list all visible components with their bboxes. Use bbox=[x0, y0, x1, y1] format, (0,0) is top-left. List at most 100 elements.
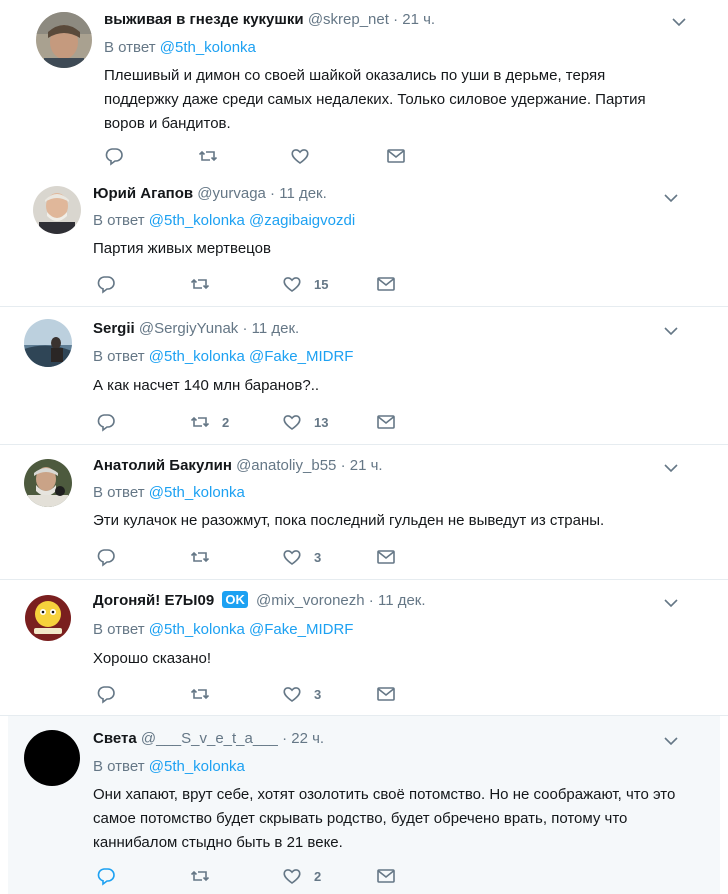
chevron-down-icon[interactable] bbox=[663, 460, 679, 476]
retweet-icon bbox=[190, 688, 210, 700]
retweet-button[interactable] bbox=[198, 146, 218, 166]
like-icon bbox=[283, 550, 301, 565]
reply-prefix: В ответ bbox=[93, 621, 145, 638]
reply-prefix: В ответ bbox=[93, 348, 145, 365]
chevron-down-icon[interactable] bbox=[663, 190, 679, 206]
message-button[interactable] bbox=[376, 274, 396, 294]
reply-icon bbox=[97, 686, 115, 704]
mention-link[interactable]: @5th_kolonka bbox=[149, 348, 245, 365]
message-button[interactable] bbox=[376, 866, 396, 886]
tweet[interactable]: Анатолий Бакулин @anatoliy_b55 · 21 ч. В… bbox=[0, 445, 728, 580]
retweet-button[interactable] bbox=[190, 866, 210, 886]
like-button[interactable]: 3 bbox=[282, 684, 321, 704]
author-handle[interactable]: @anatoliy_b55 bbox=[236, 457, 336, 474]
message-icon bbox=[377, 687, 395, 701]
like-icon bbox=[283, 687, 301, 702]
tweet-text: А как насчет 140 млн баранов?.. bbox=[93, 377, 320, 394]
reply-button[interactable] bbox=[96, 547, 116, 567]
author-name[interactable]: Анатолий Бакулин bbox=[93, 457, 232, 474]
tweet-text: Плешивый и димон со своей шайкой оказали… bbox=[104, 67, 646, 132]
avatar[interactable] bbox=[24, 594, 72, 642]
mention-link[interactable]: @5th_kolonka bbox=[149, 758, 245, 775]
author-name[interactable]: Света bbox=[93, 730, 137, 747]
reply-prefix: В ответ bbox=[93, 758, 145, 775]
avatar[interactable] bbox=[36, 12, 92, 68]
reply-button[interactable] bbox=[96, 274, 116, 294]
retweet-count: 2 bbox=[222, 414, 230, 430]
tweet-timestamp[interactable]: 21 ч. bbox=[402, 11, 435, 28]
tweet-timestamp[interactable]: 11 дек. bbox=[378, 592, 426, 609]
message-icon bbox=[377, 277, 395, 291]
reply-icon bbox=[97, 868, 115, 886]
tweet-timestamp[interactable]: 11 дек. bbox=[279, 185, 327, 202]
reply-button[interactable] bbox=[96, 684, 116, 704]
message-button[interactable] bbox=[376, 547, 396, 567]
author-handle[interactable]: @yurvaga bbox=[197, 185, 266, 202]
tweet-text: Они хапают, врут себе, хотят озолотить с… bbox=[93, 786, 676, 851]
tweet[interactable]: Sergii @SergiyYunak · 11 дек. В ответ @5… bbox=[0, 307, 728, 445]
message-button[interactable] bbox=[376, 684, 396, 704]
chevron-down-icon[interactable] bbox=[663, 733, 679, 749]
author-handle[interactable]: @mix_voronezh bbox=[256, 592, 365, 609]
chevron-down-icon[interactable] bbox=[663, 323, 679, 339]
like-button[interactable]: 2 bbox=[282, 866, 321, 886]
author-name[interactable]: Sergii bbox=[93, 320, 135, 337]
avatar[interactable] bbox=[33, 186, 81, 234]
like-button[interactable]: 13 bbox=[282, 412, 328, 432]
avatar[interactable] bbox=[24, 319, 72, 367]
author-name[interactable]: Юрий Агапов bbox=[93, 185, 193, 202]
tweet[interactable]: Юрий Агапов @yurvaga · 11 дек. В ответ @… bbox=[0, 178, 728, 307]
retweet-button[interactable] bbox=[190, 547, 210, 567]
author-name[interactable]: Догоняй! E7Ы09 bbox=[93, 592, 214, 609]
message-button[interactable] bbox=[376, 412, 396, 432]
reply-context: В ответ @5th_kolonka @Fake_MIDRF bbox=[93, 347, 353, 367]
mention-link[interactable]: @5th_kolonka bbox=[149, 212, 245, 229]
tweet-text: Эти кулачок не разожмут, пока последний … bbox=[93, 512, 605, 529]
reply-prefix: В ответ bbox=[104, 39, 156, 56]
retweet-icon bbox=[190, 416, 210, 428]
retweet-icon bbox=[190, 551, 210, 563]
retweet-button[interactable] bbox=[190, 684, 210, 704]
tweet-actions: 3 bbox=[96, 684, 416, 704]
avatar[interactable] bbox=[24, 730, 80, 786]
mention-link[interactable]: @Fake_MIDRF bbox=[249, 348, 353, 365]
like-button[interactable] bbox=[290, 146, 310, 166]
reply-button[interactable] bbox=[96, 412, 116, 432]
avatar[interactable] bbox=[24, 459, 72, 507]
chevron-down-icon[interactable] bbox=[663, 595, 679, 611]
tweet-timestamp[interactable]: 22 ч. bbox=[291, 730, 324, 747]
mention-link[interactable]: @Fake_MIDRF bbox=[249, 621, 353, 638]
retweet-button[interactable] bbox=[190, 274, 210, 294]
author-handle[interactable]: @skrep_net bbox=[308, 11, 389, 28]
mention-link[interactable]: @5th_kolonka bbox=[149, 484, 245, 501]
author-name[interactable]: выживая в гнезде кукушки bbox=[104, 11, 304, 28]
tweet-actions: 2 bbox=[96, 866, 416, 886]
mention-link[interactable]: @5th_kolonka bbox=[149, 621, 245, 638]
tweet-highlighted[interactable]: Света @___S_v_e_t_a___ · 22 ч. В ответ @… bbox=[8, 716, 720, 894]
like-icon bbox=[283, 415, 301, 430]
like-button[interactable]: 15 bbox=[282, 274, 328, 294]
reply-context: В ответ @5th_kolonka @zagibaigvozdi bbox=[93, 211, 355, 231]
message-button[interactable] bbox=[386, 146, 406, 166]
tweet[interactable]: Догоняй! E7Ы09 OK @mix_voronezh · 11 дек… bbox=[0, 580, 728, 716]
chevron-down-icon[interactable] bbox=[671, 14, 687, 30]
like-button[interactable]: 3 bbox=[282, 547, 321, 567]
ok-badge: OK bbox=[222, 591, 248, 608]
retweet-icon bbox=[190, 870, 210, 882]
separator-dot: · bbox=[270, 185, 276, 202]
tweet-timestamp[interactable]: 11 дек. bbox=[252, 320, 300, 337]
mention-link[interactable]: @5th_kolonka bbox=[160, 39, 256, 56]
tweet[interactable]: выживая в гнезде кукушки @skrep_net · 21… bbox=[20, 0, 720, 178]
tweet-actions: 15 bbox=[96, 274, 416, 294]
tweet-text: Хорошо сказано! bbox=[93, 650, 211, 667]
author-handle[interactable]: @SergiyYunak bbox=[139, 320, 238, 337]
reply-button[interactable] bbox=[104, 146, 124, 166]
separator-dot: · bbox=[242, 320, 248, 337]
retweet-button[interactable]: 2 bbox=[190, 412, 229, 432]
tweet-text: Партия живых мертвецов bbox=[93, 240, 271, 257]
author-handle[interactable]: @___S_v_e_t_a___ bbox=[141, 730, 278, 747]
reply-button[interactable] bbox=[96, 866, 116, 886]
mention-link[interactable]: @zagibaigvozdi bbox=[249, 212, 355, 229]
tweet-timestamp[interactable]: 21 ч. bbox=[350, 457, 383, 474]
like-icon bbox=[283, 277, 301, 292]
